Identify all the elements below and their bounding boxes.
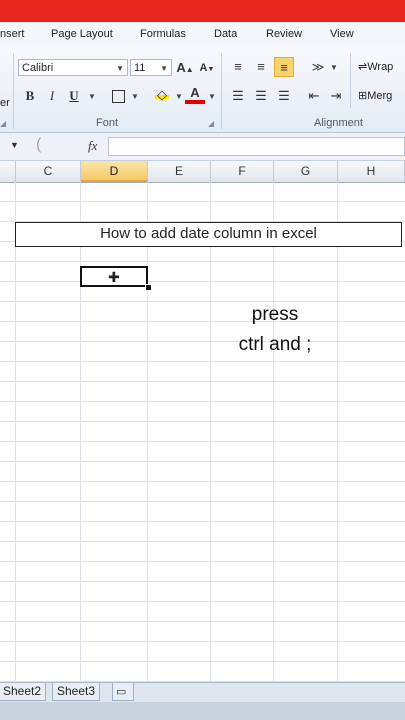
tab-formulas[interactable]: Formulas	[140, 28, 186, 40]
instruction-text[interactable]: press ctrl and ;	[210, 300, 340, 360]
column-header-h[interactable]: H	[338, 161, 405, 182]
chevron-down-icon: ▼	[160, 64, 168, 73]
tab-page-layout[interactable]: Page Layout	[51, 28, 113, 40]
gridline	[147, 182, 148, 682]
borders-button[interactable]	[108, 86, 128, 106]
chevron-down-icon[interactable]: ▼	[175, 92, 183, 101]
insert-sheet-button[interactable]: ▭	[112, 683, 134, 701]
wrap-text-icon: ⇌	[358, 61, 368, 73]
italic-button[interactable]: I	[42, 86, 62, 106]
bold-button[interactable]: B	[20, 86, 40, 106]
status-bar	[0, 702, 405, 720]
chevron-down-icon: ▼	[116, 64, 124, 73]
align-center-icon[interactable]: ☰	[251, 86, 271, 106]
sheet-tab-bar: Sheet2 Sheet3 ▭	[0, 682, 405, 703]
align-left-icon[interactable]: ☰	[228, 86, 248, 106]
font-name-value: Calibri	[22, 62, 54, 74]
font-size-value: 11	[134, 62, 146, 74]
underline-button[interactable]: U	[64, 86, 84, 106]
title-bar	[0, 0, 405, 22]
grow-font-icon: A	[176, 60, 186, 75]
dialog-launcher-icon[interactable]: ◢	[208, 119, 214, 128]
sheet-tab-sheet2[interactable]: Sheet2	[0, 683, 47, 701]
gridline	[273, 182, 274, 682]
gridline	[337, 182, 338, 682]
arrow-down-icon: ▼	[207, 66, 215, 73]
group-separator	[221, 53, 222, 129]
wrap-text-label: Wrap	[367, 61, 394, 73]
font-color-button[interactable]: A	[185, 84, 205, 104]
cell-grid[interactable]	[0, 182, 405, 682]
increase-indent-icon[interactable]: ⇥	[326, 86, 346, 106]
insert-function-button[interactable]: fx	[88, 138, 97, 154]
paint-bucket-icon: ◇	[155, 87, 169, 102]
tab-review[interactable]: Review	[266, 28, 302, 40]
font-name-select[interactable]: Calibri ▼	[18, 59, 128, 76]
gridline	[80, 182, 81, 682]
dialog-launcher-icon[interactable]: ◢	[0, 119, 6, 128]
instruction-line-2: ctrl and ;	[238, 334, 312, 355]
column-header-e[interactable]: E	[148, 161, 211, 182]
tab-view[interactable]: View	[330, 28, 354, 40]
font-size-select[interactable]: 11 ▼	[130, 59, 172, 76]
column-header-f[interactable]: F	[211, 161, 274, 182]
tab-data[interactable]: Data	[214, 28, 237, 40]
gridline	[210, 182, 211, 682]
instruction-line-1: press	[251, 304, 299, 325]
merge-icon: ⊞	[358, 90, 368, 102]
decrease-indent-icon[interactable]: ⇤	[304, 86, 324, 106]
align-middle-icon[interactable]: ≡	[251, 57, 271, 77]
merge-center-button[interactable]: ⊞Merg	[358, 89, 392, 102]
column-headers: C D E F G H	[0, 161, 405, 183]
cursor-cross-icon: ✚	[108, 269, 120, 285]
new-sheet-icon: ▭	[116, 686, 127, 698]
name-box-dropdown-icon[interactable]: ▼	[10, 140, 19, 150]
fill-handle[interactable]	[145, 284, 152, 291]
border-icon	[111, 90, 125, 104]
sheet-tab-sheet3[interactable]: Sheet3	[52, 683, 101, 701]
ribbon: er Calibri ▼ 11 ▼ A▲ A▼ B I U ▼ ▼ ◇ ▼ A …	[0, 47, 405, 133]
formula-circle-icon[interactable]: (	[36, 136, 41, 154]
orientation-icon[interactable]: ≫	[308, 57, 328, 77]
font-group-label: Font	[96, 117, 119, 129]
chevron-down-icon[interactable]: ▼	[330, 63, 338, 72]
arrow-up-icon: ▲	[185, 65, 194, 74]
merge-label: Merg	[367, 90, 393, 102]
group-separator	[13, 53, 14, 129]
align-bottom-icon[interactable]: ≡	[274, 57, 294, 77]
column-header-g[interactable]: G	[274, 161, 338, 182]
paste-label-partial[interactable]: er	[0, 97, 10, 109]
chevron-down-icon[interactable]: ▼	[208, 92, 216, 101]
align-top-icon[interactable]: ≡	[228, 57, 248, 77]
group-separator	[350, 53, 351, 108]
chevron-down-icon[interactable]: ▼	[131, 92, 139, 101]
shrink-font-icon: A	[199, 62, 208, 74]
column-header-partial[interactable]	[0, 161, 16, 182]
column-header-c[interactable]: C	[16, 161, 81, 182]
column-header-d[interactable]: D	[81, 161, 148, 182]
ribbon-tabs: nsert Page Layout Formulas Data Review V…	[0, 22, 405, 48]
wrap-text-button[interactable]: ⇌Wrap	[358, 60, 393, 73]
tab-insert[interactable]: nsert	[0, 28, 24, 40]
formula-bar: ▼ ( fx	[0, 133, 405, 161]
formula-input[interactable]	[108, 137, 405, 156]
grow-font-button[interactable]: A▲	[175, 58, 195, 78]
fill-color-button[interactable]: ◇	[152, 85, 172, 105]
chevron-down-icon[interactable]: ▼	[88, 92, 96, 101]
alignment-group-label: Alignment	[314, 117, 363, 129]
align-right-icon[interactable]: ☰	[274, 86, 294, 106]
shrink-font-button[interactable]: A▼	[197, 58, 217, 78]
title-cell[interactable]: How to add date column in excel	[15, 222, 402, 247]
